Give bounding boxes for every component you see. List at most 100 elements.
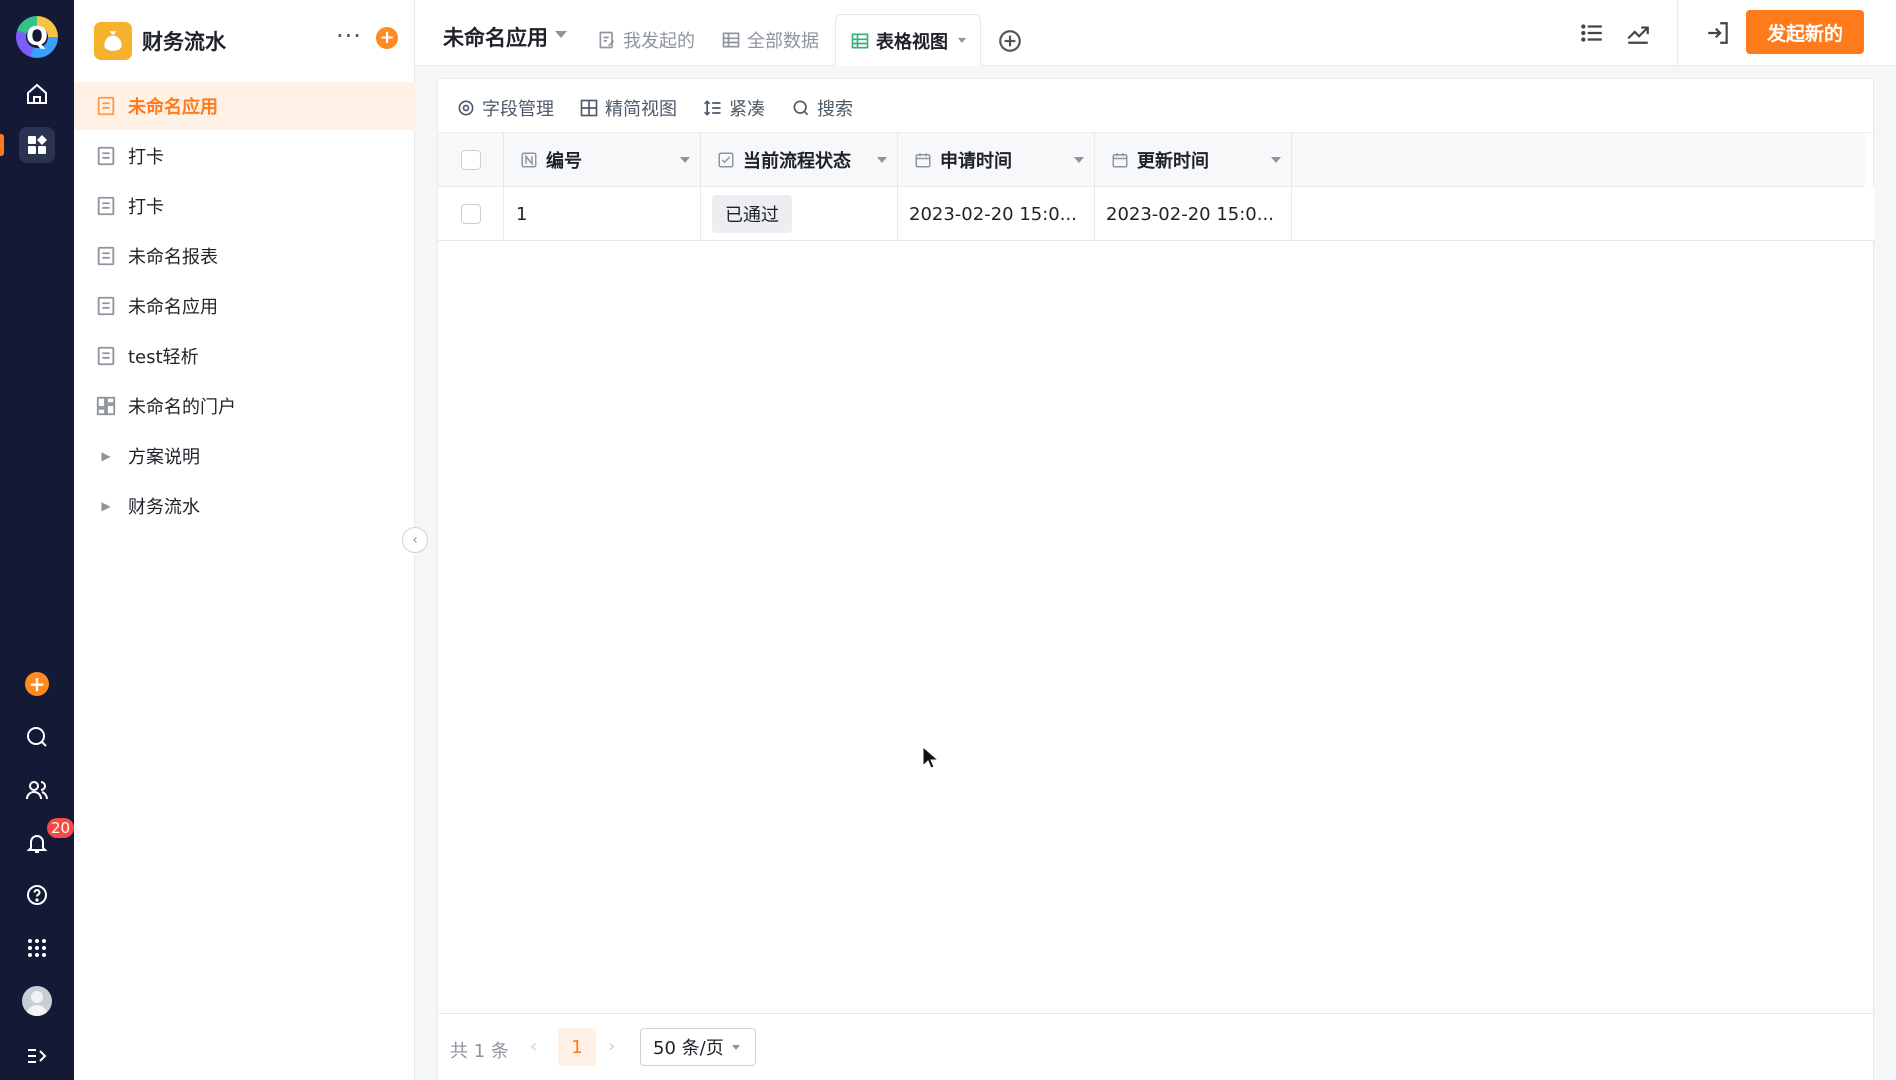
form-icon bbox=[94, 194, 118, 218]
table-header: 编号 当前流程状态 申请时间 更新时间 bbox=[438, 133, 1865, 187]
compact-view-button[interactable]: 精简视图 bbox=[579, 95, 677, 121]
tab-all-data[interactable]: 全部数据 bbox=[721, 14, 819, 66]
sidebar-item-unnamed-app-2[interactable]: 未命名应用 bbox=[74, 282, 415, 330]
row-select-cell bbox=[438, 187, 504, 241]
avatar[interactable] bbox=[22, 986, 52, 1016]
sidebar-item-test[interactable]: test轻析 bbox=[74, 332, 415, 380]
trend-chart-icon[interactable] bbox=[1625, 20, 1653, 48]
collapse-sidebar-button[interactable]: ‹ bbox=[402, 527, 428, 553]
column-header-update-time[interactable]: 更新时间 bbox=[1095, 133, 1292, 187]
sidebar-item-label: 未命名的门户 bbox=[128, 397, 236, 418]
app-title-dropdown[interactable]: 未命名应用 bbox=[443, 22, 548, 52]
form-icon bbox=[94, 244, 118, 268]
select-all-checkbox[interactable] bbox=[460, 150, 481, 170]
add-tab-icon[interactable] bbox=[997, 28, 1023, 54]
select-all-cell bbox=[438, 133, 504, 187]
sidebar-item-label: 未命名应用 bbox=[128, 97, 218, 118]
help-icon[interactable] bbox=[19, 877, 55, 913]
form-icon bbox=[94, 94, 118, 118]
grid-view-icon bbox=[580, 99, 598, 117]
number-field-icon bbox=[521, 152, 537, 168]
cell-status: 已通过 bbox=[701, 187, 898, 241]
gear-icon bbox=[458, 100, 474, 116]
sidebar-item-label: 打卡 bbox=[128, 147, 164, 168]
left-rail: Q + 20 bbox=[0, 0, 75, 1080]
page-size-select[interactable]: 50 条/页 bbox=[640, 1028, 756, 1066]
rail-active-indicator bbox=[0, 134, 4, 156]
search-button[interactable]: 搜索 bbox=[791, 95, 853, 121]
sidebar-item-unnamed-report[interactable]: 未命名报表 bbox=[74, 232, 415, 280]
sidebar-item-label: 未命名应用 bbox=[128, 297, 218, 318]
current-page[interactable]: 1 bbox=[558, 1028, 596, 1066]
mouse-cursor-icon bbox=[922, 746, 938, 769]
cell-apply-time: 2023-02-20 15:0... bbox=[898, 187, 1095, 241]
form-icon bbox=[94, 294, 118, 318]
form-icon bbox=[94, 344, 118, 368]
column-header-status[interactable]: 当前流程状态 bbox=[701, 133, 898, 187]
sidebar: 财务流水 ··· + 未命名应用 打卡 打卡 未命名报表 未命名应用 test轻… bbox=[74, 0, 415, 1080]
sidebar-item-label: 财务流水 bbox=[128, 497, 200, 518]
total-count: 共 1 条 bbox=[450, 1041, 509, 1062]
checkbox-field-icon bbox=[718, 152, 734, 168]
sidebar-item-label: 打卡 bbox=[128, 197, 164, 218]
sidebar-item-plan-desc[interactable]: ▶ 方案说明 bbox=[74, 432, 415, 480]
sidebar-item-finance-flow[interactable]: ▶ 财务流水 bbox=[74, 482, 415, 530]
pagination: 共 1 条 ‹ 1 › 50 条/页 bbox=[438, 1013, 1873, 1080]
list-icon[interactable] bbox=[1579, 20, 1607, 48]
home-icon[interactable] bbox=[19, 76, 55, 112]
money-bag-icon bbox=[94, 22, 132, 60]
table-row[interactable]: 1 已通过 2023-02-20 15:0... 2023-02-20 15:0… bbox=[438, 187, 1875, 241]
column-header-id[interactable]: 编号 bbox=[504, 133, 701, 187]
exit-icon[interactable] bbox=[1705, 20, 1733, 48]
field-manage-button[interactable]: 字段管理 bbox=[456, 95, 554, 121]
sidebar-header: 财务流水 ··· + bbox=[74, 0, 415, 80]
table-green-icon bbox=[851, 33, 869, 48]
chevron-down-icon[interactable] bbox=[1271, 157, 1281, 163]
sidebar-title: 财务流水 bbox=[142, 30, 226, 54]
row-checkbox[interactable] bbox=[460, 204, 481, 224]
next-page-icon[interactable]: › bbox=[608, 1036, 615, 1057]
sidebar-item-label: 方案说明 bbox=[128, 447, 200, 468]
cell-update-time: 2023-02-20 15:0... bbox=[1095, 187, 1292, 241]
app-logo[interactable]: Q bbox=[16, 16, 58, 58]
chevron-down-icon[interactable] bbox=[680, 157, 690, 163]
apps-icon[interactable] bbox=[19, 127, 55, 163]
line-height-icon bbox=[704, 100, 721, 116]
sidebar-item-checkin-2[interactable]: 打卡 bbox=[74, 182, 415, 230]
calendar-icon bbox=[1112, 153, 1128, 168]
search-icon[interactable] bbox=[19, 719, 55, 755]
caret-right-icon: ▶ bbox=[101, 499, 111, 513]
status-badge: 已通过 bbox=[712, 195, 792, 233]
caret-right-icon: ▶ bbox=[101, 449, 111, 463]
form-icon bbox=[94, 144, 118, 168]
column-header-apply-time[interactable]: 申请时间 bbox=[898, 133, 1095, 187]
divider bbox=[1677, 0, 1678, 66]
portal-icon bbox=[94, 394, 118, 418]
data-table-card: 字段管理 精简视图 紧凑 搜索 编号 当前流程状态 申请时间 更新时间 1 已通… bbox=[437, 78, 1875, 1080]
tab-table-view[interactable]: 表格视图 bbox=[835, 14, 981, 66]
sidebar-item-portal[interactable]: 未命名的门户 bbox=[74, 382, 415, 430]
add-icon[interactable]: + bbox=[376, 27, 398, 49]
search-icon bbox=[793, 100, 809, 116]
table-icon bbox=[722, 32, 740, 48]
notification-badge: 20 bbox=[47, 818, 75, 838]
add-icon[interactable]: + bbox=[25, 672, 49, 696]
expand-icon[interactable] bbox=[19, 1038, 55, 1074]
row-density-button[interactable]: 紧凑 bbox=[703, 95, 765, 121]
more-icon[interactable]: ··· bbox=[336, 22, 362, 50]
sidebar-item-label: test轻析 bbox=[128, 347, 199, 368]
chevron-down-icon[interactable] bbox=[1074, 157, 1084, 163]
chevron-down-icon[interactable] bbox=[555, 31, 567, 38]
sidebar-item-label: 未命名报表 bbox=[128, 247, 218, 268]
contacts-icon[interactable] bbox=[19, 772, 55, 808]
edit-icon bbox=[599, 31, 615, 49]
prev-page-icon[interactable]: ‹ bbox=[530, 1036, 537, 1057]
grid-icon[interactable] bbox=[19, 930, 55, 966]
chevron-down-icon[interactable] bbox=[877, 157, 887, 163]
initiate-new-button[interactable]: 发起新的 bbox=[1746, 10, 1864, 54]
tab-my-initiated[interactable]: 我发起的 bbox=[597, 14, 695, 66]
chevron-down-icon bbox=[731, 1044, 740, 1050]
sidebar-item-unnamed-app[interactable]: 未命名应用 bbox=[74, 82, 415, 130]
sidebar-item-checkin[interactable]: 打卡 bbox=[74, 132, 415, 180]
chevron-down-icon[interactable] bbox=[958, 38, 966, 43]
